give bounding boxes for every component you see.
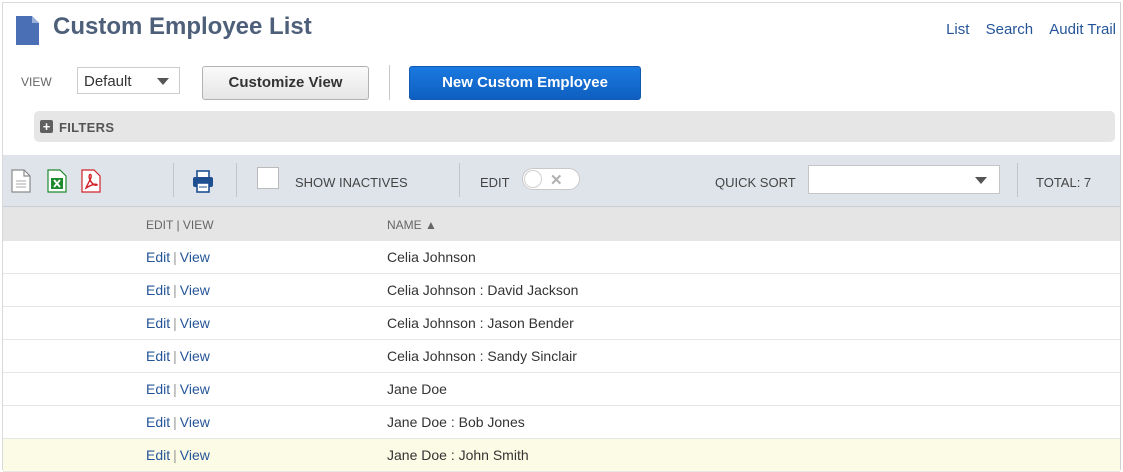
employee-name: Jane Doe : John Smith bbox=[387, 447, 529, 463]
view-link[interactable]: View bbox=[180, 282, 210, 298]
employee-name: Celia Johnson : David Jackson bbox=[387, 282, 579, 298]
edit-link[interactable]: Edit bbox=[146, 249, 170, 265]
view-link[interactable]: View bbox=[180, 348, 210, 364]
view-link[interactable]: View bbox=[180, 249, 210, 265]
row-actions: Edit | View bbox=[146, 414, 210, 430]
divider bbox=[389, 65, 390, 100]
table-row: Edit | View Celia Johnson bbox=[3, 241, 1120, 274]
employee-name: Celia Johnson : Jason Bender bbox=[387, 315, 574, 331]
edit-label: EDIT bbox=[480, 175, 510, 190]
toolbar-divider bbox=[1017, 163, 1018, 197]
table-header: EDIT | VIEW NAME ▲ bbox=[3, 207, 1120, 241]
edit-link[interactable]: Edit bbox=[146, 315, 170, 331]
view-link[interactable]: View bbox=[180, 381, 210, 397]
edit-link[interactable]: Edit bbox=[146, 348, 170, 364]
pipe-separator: | bbox=[173, 348, 177, 364]
show-inactives-label: SHOW INACTIVES bbox=[295, 175, 408, 190]
view-link[interactable]: View bbox=[180, 414, 210, 430]
audit-trail-link[interactable]: Audit Trail bbox=[1049, 21, 1116, 38]
quick-sort-select[interactable] bbox=[808, 165, 1000, 194]
total-count: TOTAL: 7 bbox=[1036, 175, 1092, 190]
pipe-separator: | bbox=[173, 282, 177, 298]
list-link[interactable]: List bbox=[946, 21, 969, 38]
excel-export-icon[interactable] bbox=[47, 169, 67, 193]
page-title: Custom Employee List bbox=[53, 13, 312, 40]
edit-link[interactable]: Edit bbox=[146, 447, 170, 463]
toolbar-divider bbox=[173, 163, 174, 197]
search-link[interactable]: Search bbox=[986, 21, 1034, 38]
document-icon bbox=[16, 16, 39, 45]
row-actions: Edit | View bbox=[146, 348, 210, 364]
close-icon: ✕ bbox=[550, 172, 563, 189]
view-label: VIEW bbox=[21, 75, 52, 89]
employee-name: Celia Johnson : Sandy Sinclair bbox=[387, 348, 577, 364]
table-row: Edit | View Celia Johnson : David Jackson bbox=[3, 274, 1120, 307]
view-select-value: Default bbox=[84, 73, 132, 90]
chevron-down-icon bbox=[975, 177, 987, 184]
edit-link[interactable]: Edit bbox=[146, 414, 170, 430]
filters-bar[interactable]: + FILTERS bbox=[34, 111, 1115, 142]
pipe-separator: | bbox=[173, 447, 177, 463]
row-actions: Edit | View bbox=[146, 249, 210, 265]
table-row: Edit | View Celia Johnson : Sandy Sinclair bbox=[3, 340, 1120, 373]
chevron-down-icon bbox=[157, 78, 169, 85]
table-row: Edit | View Jane Doe : John Smith bbox=[3, 439, 1120, 472]
view-link[interactable]: View bbox=[180, 315, 210, 331]
pdf-export-icon[interactable] bbox=[81, 169, 101, 193]
filters-label: FILTERS bbox=[59, 120, 115, 135]
list-toolbar: SHOW INACTIVES EDIT ✕ QUICK SORT TOTAL: … bbox=[3, 155, 1120, 207]
table-row: Edit | View Jane Doe : Bob Jones bbox=[3, 406, 1120, 439]
pipe-separator: | bbox=[173, 249, 177, 265]
edit-toggle[interactable]: ✕ bbox=[522, 168, 580, 190]
edit-link[interactable]: Edit bbox=[146, 282, 170, 298]
view-select[interactable]: Default bbox=[77, 67, 180, 94]
row-actions: Edit | View bbox=[146, 381, 210, 397]
pipe-separator: | bbox=[173, 414, 177, 430]
show-inactives-checkbox[interactable] bbox=[257, 167, 279, 189]
expand-plus-icon[interactable]: + bbox=[40, 120, 53, 133]
row-actions: Edit | View bbox=[146, 282, 210, 298]
name-column-header[interactable]: NAME ▲ bbox=[387, 218, 437, 232]
view-link[interactable]: View bbox=[180, 447, 210, 463]
new-custom-employee-button[interactable]: New Custom Employee bbox=[409, 66, 641, 100]
table-row: Edit | View Celia Johnson : Jason Bender bbox=[3, 307, 1120, 340]
employee-name: Jane Doe bbox=[387, 381, 447, 397]
employee-name: Jane Doe : Bob Jones bbox=[387, 414, 525, 430]
customize-view-button[interactable]: Customize View bbox=[202, 66, 369, 100]
print-icon[interactable] bbox=[192, 169, 214, 193]
pipe-separator: | bbox=[173, 315, 177, 331]
table-body: Edit | View Celia Johnson Edit | View Celia … bbox=[3, 241, 1120, 472]
toolbar-divider bbox=[459, 163, 460, 197]
employee-name: Celia Johnson bbox=[387, 249, 476, 265]
table-row: Edit | View Jane Doe bbox=[3, 373, 1120, 406]
toggle-knob bbox=[524, 170, 542, 188]
row-actions: Edit | View bbox=[146, 315, 210, 331]
edit-link[interactable]: Edit bbox=[146, 381, 170, 397]
row-actions: Edit | View bbox=[146, 447, 210, 463]
quick-sort-label: QUICK SORT bbox=[715, 175, 796, 190]
edit-view-column-header: EDIT | VIEW bbox=[146, 218, 214, 232]
pipe-separator: | bbox=[173, 381, 177, 397]
toolbar-divider bbox=[236, 163, 237, 197]
top-links: List Search Audit Trail bbox=[934, 21, 1116, 38]
csv-export-icon[interactable] bbox=[11, 169, 31, 193]
